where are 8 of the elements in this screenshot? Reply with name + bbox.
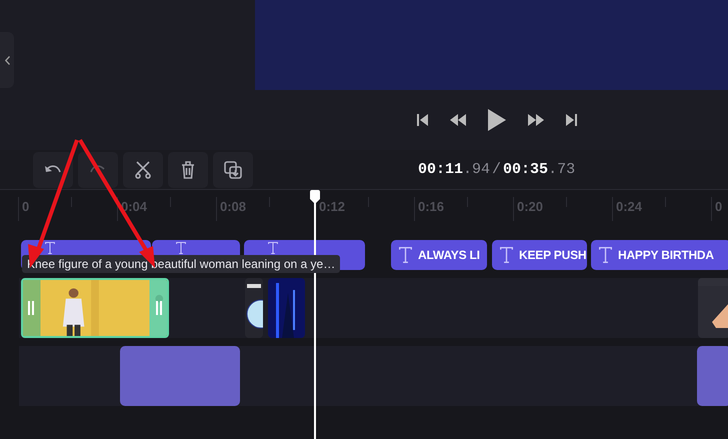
ruler-label: 0 bbox=[22, 199, 30, 214]
ruler-label: 0:20 bbox=[517, 199, 544, 214]
ruler-label: 0:08 bbox=[220, 199, 246, 214]
ruler-label: 0:16 bbox=[418, 199, 444, 214]
timecode: 00:11.94/00:35.73 bbox=[418, 161, 576, 178]
ruler-label: 0 bbox=[715, 199, 722, 214]
ruler-label: 0:12 bbox=[319, 199, 346, 214]
ruler-label: 0:24 bbox=[616, 199, 642, 214]
